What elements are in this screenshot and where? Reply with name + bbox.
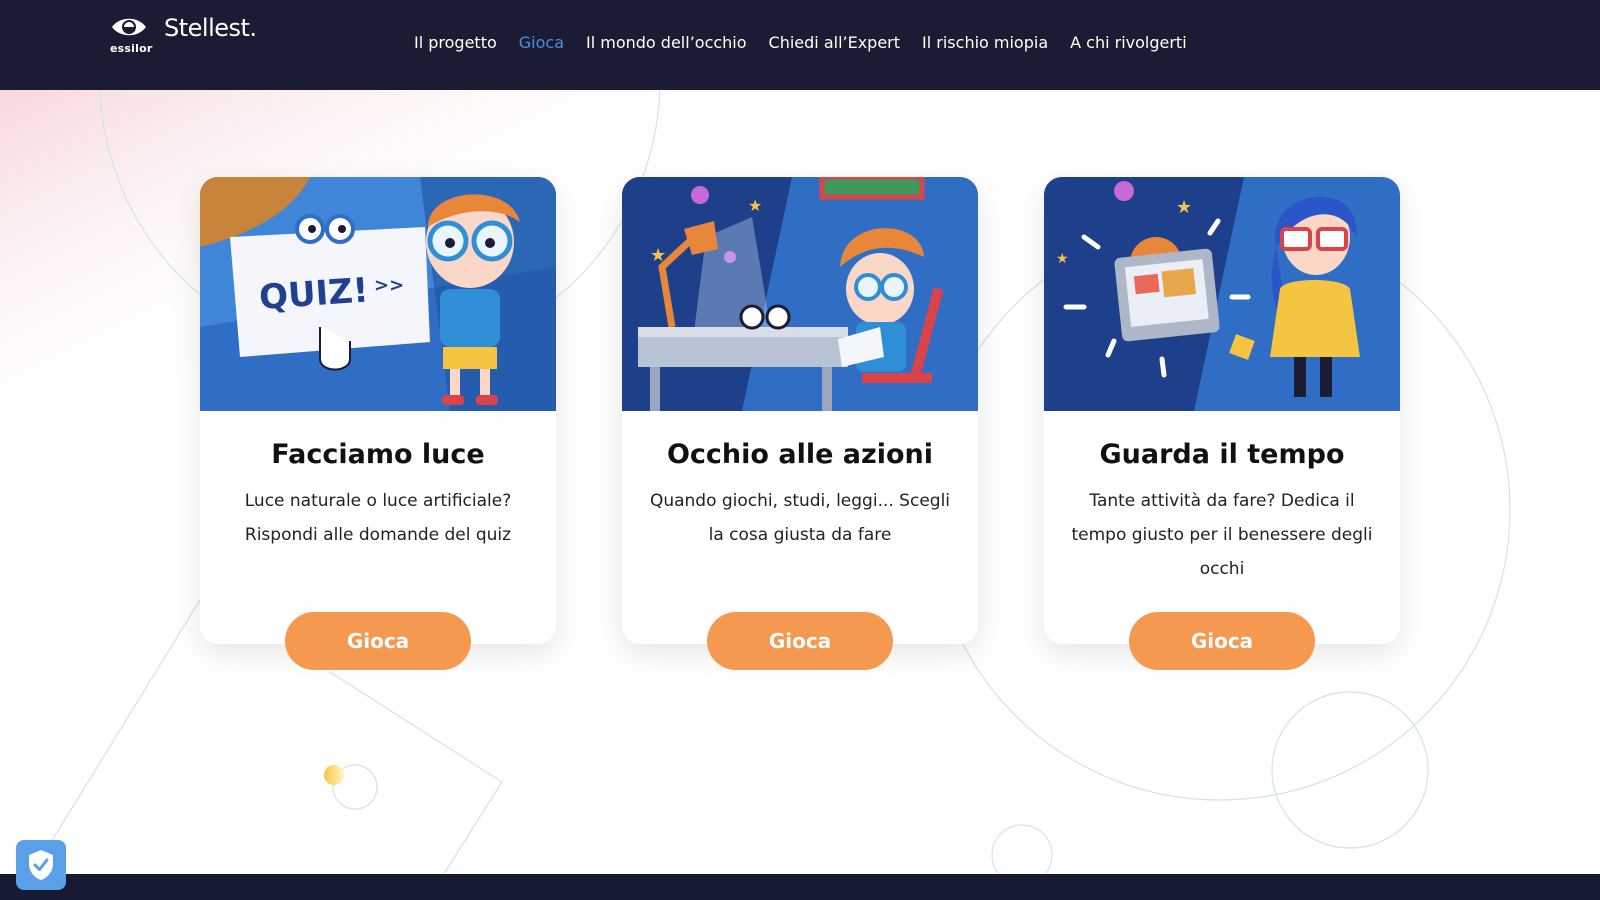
card-title: Occhio alle azioni xyxy=(666,439,934,470)
quiz-sign-arrows: >> xyxy=(374,275,404,296)
shield-check-icon xyxy=(29,850,53,880)
play-button-occhio-alle-azioni[interactable]: Gioca xyxy=(707,612,893,670)
svg-text:★: ★ xyxy=(748,196,762,215)
eye-logo-icon xyxy=(112,18,146,36)
svg-text:★: ★ xyxy=(1176,197,1192,218)
card-title: Facciamo luce xyxy=(271,439,485,470)
card-description: Luce naturale o luce artificiale? Rispon… xyxy=(244,491,512,545)
nav-item-gioca[interactable]: Gioca xyxy=(519,33,564,52)
essilor-wordmark: essilor xyxy=(110,42,153,55)
footer-strip xyxy=(0,874,1600,900)
game-card-guarda-il-tempo: ★ ★ Guarda il tempo Tante attività da fa… xyxy=(1044,177,1400,670)
card-image-desk[interactable]: ★ ★ xyxy=(622,177,978,411)
cookie-settings-button[interactable] xyxy=(16,840,66,890)
site-header: essilor Stellest. Il progetto Gioca Il m… xyxy=(0,0,1600,90)
game-card-facciamo-luce: QUIZ! >> Facciamo luce Luce naturale o l… xyxy=(200,177,556,670)
nav-item-a-chi-rivolgerti[interactable]: A chi rivolgerti xyxy=(1070,33,1187,52)
svg-text:★: ★ xyxy=(1056,251,1069,267)
card-title: Guarda il tempo xyxy=(1099,439,1345,470)
card-image-quiz[interactable]: QUIZ! >> xyxy=(200,177,556,411)
nav-item-il-mondo-dell-occhio[interactable]: Il mondo dell’occhio xyxy=(586,33,747,52)
card-image-tablet[interactable]: ★ ★ xyxy=(1044,177,1400,411)
nav-item-il-progetto[interactable]: Il progetto xyxy=(414,33,497,52)
stellest-wordmark: Stellest. xyxy=(164,14,257,42)
card-description: Quando giochi, studi, leggi... Scegli la… xyxy=(649,491,951,545)
nav-item-chiedi-all-expert[interactable]: Chiedi all’Expert xyxy=(769,33,901,52)
nav-item-il-rischio-miopia[interactable]: Il rischio miopia xyxy=(922,33,1048,52)
game-card-occhio-alle-azioni: ★ ★ Occhio alle azioni Quando giochi, st… xyxy=(622,177,978,670)
play-button-guarda-il-tempo[interactable]: Gioca xyxy=(1129,612,1315,670)
brand-logo[interactable]: essilor Stellest. xyxy=(110,14,270,58)
card-description: Tante attività da fare? Dedica il tempo … xyxy=(1071,491,1373,579)
desk-illustration: ★ ★ xyxy=(622,177,978,411)
play-button-facciamo-luce[interactable]: Gioca xyxy=(285,612,471,670)
quiz-illustration: QUIZ! >> xyxy=(200,177,556,411)
main-nav: Il progetto Gioca Il mondo dell’occhio C… xyxy=(414,33,1187,52)
quiz-sign-text: QUIZ! xyxy=(258,270,370,318)
tablet-illustration: ★ ★ xyxy=(1044,177,1400,411)
